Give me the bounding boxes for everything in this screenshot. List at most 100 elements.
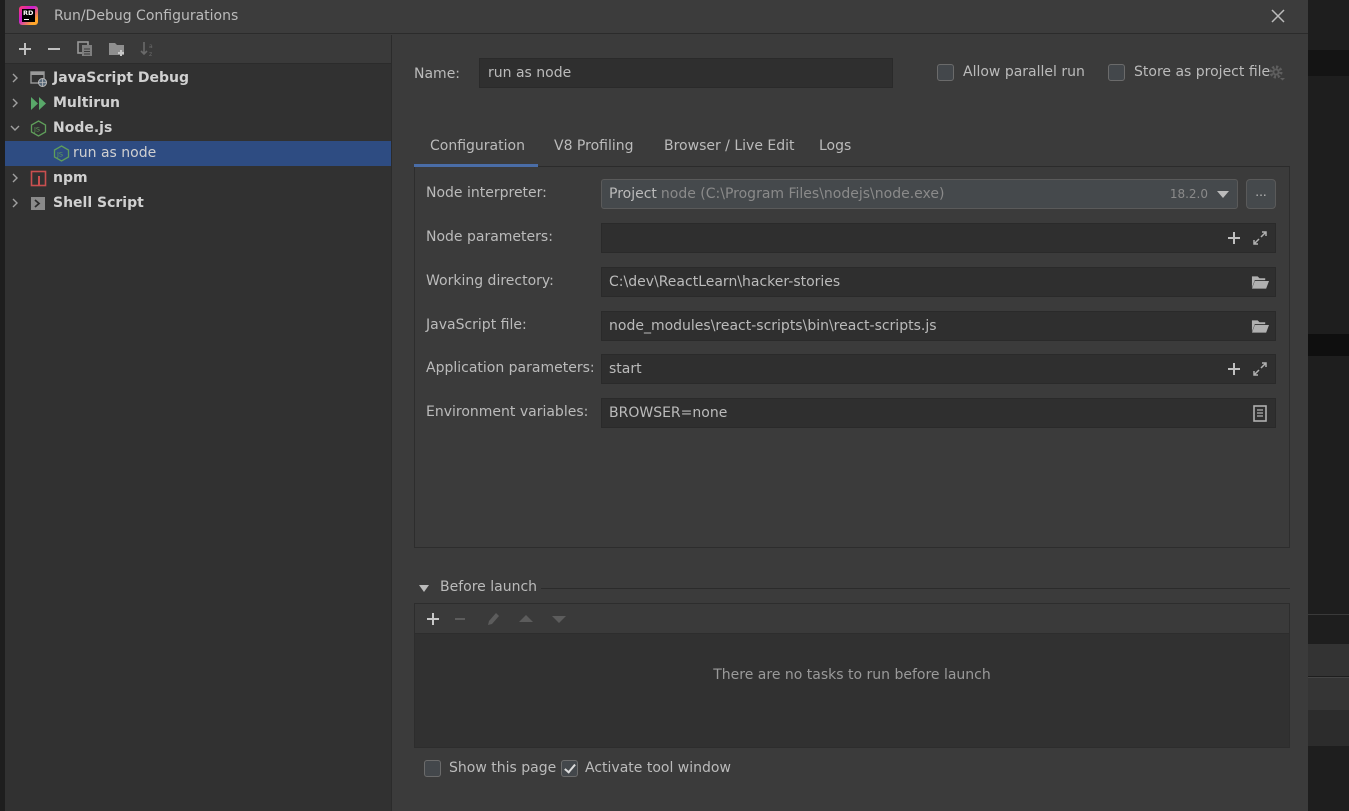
move-task-down-button[interactable]	[542, 608, 575, 630]
js-debug-icon	[30, 71, 47, 87]
chevron-right-icon[interactable]	[9, 172, 21, 184]
node-parameters-label: Node parameters:	[426, 229, 553, 245]
insert-macro-button[interactable]	[1225, 360, 1243, 378]
tree-item-label: JavaScript Debug	[53, 70, 190, 86]
activate-tool-window-checkbox[interactable]	[561, 760, 578, 777]
interpreter-path: node (C:\Program Files\nodejs\node.exe)	[660, 186, 945, 202]
chevron-right-icon[interactable]	[9, 97, 21, 109]
node-interpreter-label: Node interpreter:	[426, 185, 547, 201]
document-list-icon	[1253, 404, 1267, 422]
store-as-project-file-checkbox[interactable]	[1108, 64, 1125, 81]
allow-parallel-run-label[interactable]: Allow parallel run	[963, 64, 1085, 80]
chevron-right-icon[interactable]	[9, 72, 21, 84]
interpreter-version: 18.2.0	[1169, 187, 1208, 201]
expand-icon	[1253, 231, 1267, 245]
move-task-up-button[interactable]	[509, 608, 542, 630]
folder-open-icon	[1251, 276, 1269, 289]
svg-text:JS: JS	[33, 126, 40, 134]
application-parameters-label: Application parameters:	[426, 360, 595, 376]
npm-icon	[30, 170, 47, 187]
environment-variables-input[interactable]: BROWSER=none	[601, 398, 1276, 428]
browse-file-button[interactable]	[1251, 317, 1269, 335]
ide-background-right	[1308, 0, 1349, 811]
store-as-project-file-label[interactable]: Store as project file	[1134, 64, 1270, 80]
tab-browser-live-edit[interactable]: Browser / Live Edit	[664, 131, 795, 167]
tree-item-label: Multirun	[53, 95, 121, 111]
gear-icon[interactable]	[1268, 64, 1286, 82]
expand-field-button[interactable]	[1251, 229, 1269, 247]
arrow-up-icon	[518, 614, 533, 622]
plus-icon	[19, 43, 31, 55]
window-title: Run/Debug Configurations	[54, 8, 239, 24]
before-launch-toolbar	[415, 604, 1289, 634]
chevron-right-icon[interactable]	[9, 197, 21, 209]
browse-folder-button[interactable]	[1251, 273, 1269, 291]
arrow-down-icon	[551, 615, 566, 623]
edit-task-button[interactable]	[476, 608, 509, 630]
remove-configuration-button[interactable]	[37, 38, 70, 60]
minus-icon	[47, 48, 60, 50]
insert-macro-button[interactable]	[1225, 229, 1243, 247]
sort-configurations-button[interactable]: az	[134, 38, 162, 60]
copy-configuration-button[interactable]	[70, 38, 100, 60]
remove-task-button[interactable]	[443, 608, 476, 630]
show-this-page-checkbox[interactable]	[424, 760, 441, 777]
activate-tool-window-label[interactable]: Activate tool window	[585, 760, 731, 776]
rider-logo-icon: RD	[19, 6, 38, 25]
tree-item-npm[interactable]: npm	[5, 166, 391, 191]
add-configuration-button[interactable]	[13, 38, 37, 60]
allow-parallel-run-checkbox[interactable]	[937, 64, 954, 81]
collapse-triangle-icon[interactable]	[419, 585, 429, 592]
edit-environment-button[interactable]	[1251, 404, 1269, 422]
javascript-file-label: JavaScript file:	[426, 317, 527, 333]
tree-item-multirun[interactable]: Multirun	[5, 91, 391, 116]
working-directory-label: Working directory:	[426, 273, 554, 289]
tree-item-label: Node.js	[53, 120, 113, 136]
before-launch-header: Before launch	[414, 579, 1290, 599]
application-parameters-value: start	[609, 361, 642, 377]
multirun-icon	[31, 97, 46, 110]
tab-logs[interactable]: Logs	[819, 131, 851, 167]
working-directory-input[interactable]: C:\dev\ReactLearn\hacker-stories	[601, 267, 1276, 297]
shell-script-icon	[31, 197, 45, 210]
javascript-file-input[interactable]: node_modules\react-scripts\bin\react-scr…	[601, 311, 1276, 341]
add-task-button[interactable]	[423, 608, 443, 630]
browse-interpreter-button[interactable]: ...	[1246, 179, 1276, 209]
show-this-page-label[interactable]: Show this page	[449, 760, 556, 776]
separator	[541, 588, 1290, 589]
folder-add-icon	[109, 43, 124, 56]
new-folder-button[interactable]	[100, 38, 134, 60]
tree-item-label: run as node	[73, 145, 157, 161]
chevron-down-icon[interactable]	[9, 122, 21, 134]
plus-icon	[1228, 363, 1240, 375]
nodejs-icon: JS	[53, 145, 70, 162]
plus-icon	[1228, 232, 1240, 244]
expand-field-button[interactable]	[1251, 360, 1269, 378]
configuration-editor: Name: run as node Allow parallel run Sto…	[393, 35, 1308, 811]
empty-tasks-message: There are no tasks to run before launch	[713, 667, 991, 683]
title-bar: RD Run/Debug Configurations	[5, 0, 1308, 34]
interpreter-prefix: Project	[609, 186, 657, 202]
name-input[interactable]: run as node	[479, 58, 893, 88]
run-debug-configurations-dialog: RD Run/Debug Configurations az JavaScrip…	[5, 0, 1308, 811]
minus-icon	[454, 617, 465, 620]
node-parameters-input[interactable]	[601, 223, 1276, 253]
before-launch-task-list: There are no tasks to run before launch	[415, 634, 1289, 747]
folder-open-icon	[1251, 320, 1269, 333]
javascript-file-value: node_modules\react-scripts\bin\react-scr…	[609, 318, 937, 334]
close-button[interactable]	[1269, 7, 1287, 25]
node-interpreter-select[interactable]: Project node (C:\Program Files\nodejs\nod…	[601, 179, 1238, 209]
tree-item-label: npm	[53, 170, 88, 186]
svg-text:JS: JS	[56, 151, 63, 159]
application-parameters-input[interactable]: start	[601, 354, 1276, 384]
tree-item-shell-script[interactable]: Shell Script	[5, 191, 391, 216]
tree-item-run-as-node[interactable]: JS run as node	[5, 141, 391, 166]
tab-v8-profiling[interactable]: V8 Profiling	[554, 131, 634, 167]
tab-configuration[interactable]: Configuration	[414, 131, 538, 168]
before-launch-title[interactable]: Before launch	[440, 579, 537, 595]
environment-variables-label: Environment variables:	[426, 404, 589, 420]
tree-item-nodejs[interactable]: JS Node.js	[5, 116, 391, 141]
working-directory-value: C:\dev\ReactLearn\hacker-stories	[609, 274, 841, 290]
configurations-tree-panel: az JavaScript Debug Multirun JS Node.js	[5, 35, 392, 811]
tree-item-javascript-debug[interactable]: JavaScript Debug	[5, 66, 391, 91]
